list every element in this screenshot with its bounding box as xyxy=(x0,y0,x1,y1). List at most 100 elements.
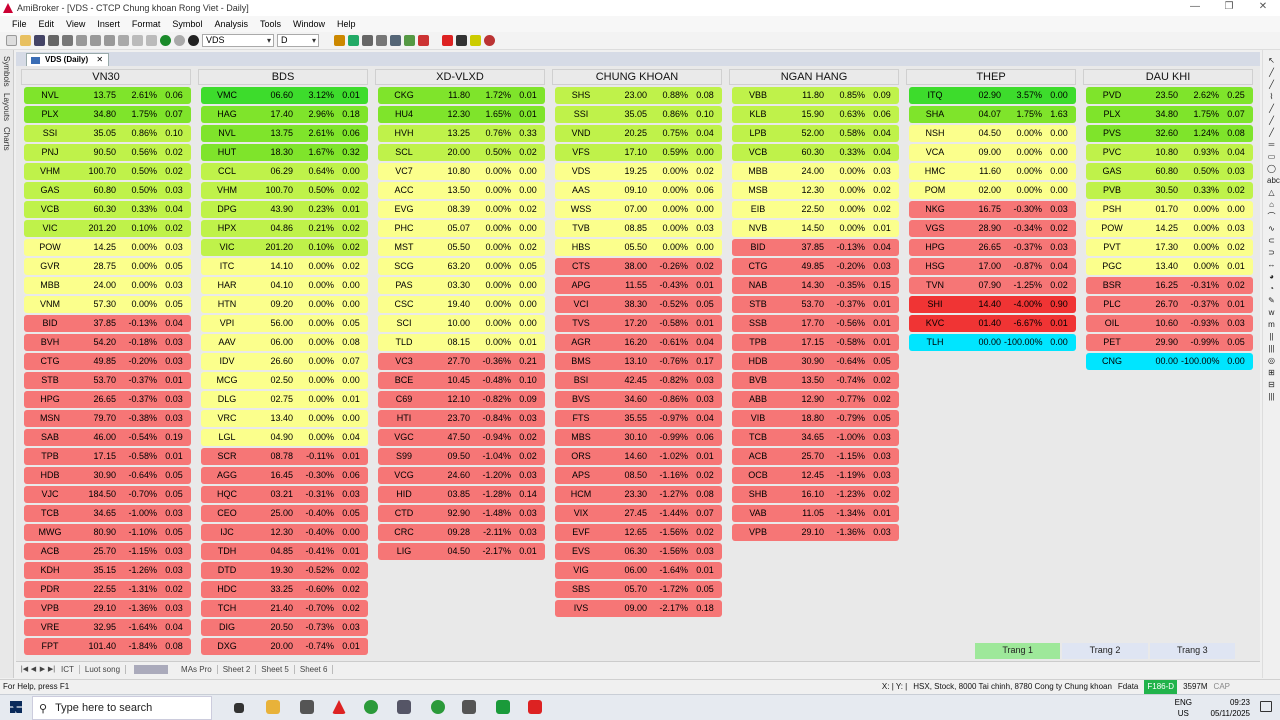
stock-cell[interactable]: C69 12.10 -0.82% 0.09 xyxy=(378,391,545,408)
stock-cell[interactable]: AGG 16.45 -0.30% 0.06 xyxy=(201,467,368,484)
stock-cell[interactable]: PVS 32.60 1.24% 0.08 xyxy=(1086,125,1253,142)
stock-cell[interactable]: VCB 60.30 0.33% 0.04 xyxy=(732,144,899,161)
stock-cell[interactable]: POW 14.25 0.00% 0.03 xyxy=(24,239,191,256)
tab-vds-daily[interactable]: VDS (Daily) ✕ xyxy=(26,53,110,66)
drawing-tool-12-icon[interactable]: ⌂ xyxy=(1267,200,1276,209)
stock-cell[interactable]: DTD 19.30 -0.52% 0.02 xyxy=(201,562,368,579)
stock-cell[interactable]: CSC 19.40 0.00% 0.00 xyxy=(378,296,545,313)
stock-cell[interactable]: CTS 38.00 -0.26% 0.02 xyxy=(555,258,722,275)
open-icon[interactable] xyxy=(20,35,31,46)
stock-cell[interactable]: NSH 04.50 0.00% 0.00 xyxy=(909,125,1076,142)
back-icon[interactable] xyxy=(160,35,171,46)
stock-cell[interactable]: VAB 11.05 -1.34% 0.01 xyxy=(732,505,899,522)
drawing-tool-20-icon[interactable]: ✎ xyxy=(1267,296,1276,305)
save-icon[interactable] xyxy=(34,35,45,46)
paste-icon[interactable] xyxy=(104,35,115,46)
stock-cell[interactable]: MST 05.50 0.00% 0.02 xyxy=(378,239,545,256)
drawing-tool-23-icon[interactable]: || xyxy=(1267,332,1276,341)
stock-cell[interactable]: STB 53.70 -0.37% 0.01 xyxy=(24,372,191,389)
menu-file[interactable]: File xyxy=(6,19,33,29)
drawing-tool-26-icon[interactable]: ⊞ xyxy=(1267,368,1276,377)
stock-cell[interactable]: TPB 17.15 -0.58% 0.01 xyxy=(732,334,899,351)
interval-select[interactable]: D xyxy=(277,34,319,47)
drawing-tool-24-icon[interactable]: ||| xyxy=(1267,344,1276,353)
stock-cell[interactable]: SSB 17.70 -0.56% 0.01 xyxy=(732,315,899,332)
menu-analysis[interactable]: Analysis xyxy=(208,19,254,29)
page-button-2[interactable]: Trang 2 xyxy=(1062,643,1148,659)
stock-cell[interactable]: VIC 201.20 0.10% 0.02 xyxy=(201,239,368,256)
taskbar-clock[interactable]: 09:23 05/11/2025 xyxy=(1211,697,1250,719)
stock-cell[interactable]: MBS 30.10 -0.99% 0.06 xyxy=(555,429,722,446)
indicator-icon[interactable] xyxy=(348,35,359,46)
stock-cell[interactable]: GAS 60.80 0.50% 0.03 xyxy=(1086,163,1253,180)
color-icon[interactable] xyxy=(418,35,429,46)
cut-icon[interactable] xyxy=(76,35,87,46)
stock-cell[interactable]: HVH 13.25 0.76% 0.33 xyxy=(378,125,545,142)
stock-cell[interactable]: CCL 06.29 0.64% 0.00 xyxy=(201,163,368,180)
drawing-tool-27-icon[interactable]: ⊟ xyxy=(1267,380,1276,389)
stock-cell[interactable]: SHS 23.00 0.88% 0.08 xyxy=(555,87,722,104)
stock-cell[interactable]: BID 37.85 -0.13% 0.04 xyxy=(732,239,899,256)
prev-sheet-icon[interactable]: ◀ xyxy=(29,665,38,673)
stock-cell[interactable]: HUT 18.30 1.67% 0.32 xyxy=(201,144,368,161)
stock-cell[interactable]: CNG 00.00 -100.00% 0.00 xyxy=(1086,353,1253,370)
erase-icon[interactable] xyxy=(484,35,495,46)
stock-cell[interactable]: TPB 17.15 -0.58% 0.01 xyxy=(24,448,191,465)
notification-icon[interactable] xyxy=(1260,701,1272,712)
stock-cell[interactable]: VCG 24.60 -1.20% 0.03 xyxy=(378,467,545,484)
stock-cell[interactable]: BVH 54.20 -0.18% 0.03 xyxy=(24,334,191,351)
sheet-scroll-thumb[interactable] xyxy=(134,664,169,674)
stock-cell[interactable]: ABB 12.90 -0.77% 0.02 xyxy=(732,391,899,408)
stock-cell[interactable]: MCG 02.50 0.00% 0.00 xyxy=(201,372,368,389)
layout-icon[interactable] xyxy=(390,35,401,46)
drawing-tool-11-icon[interactable]: △ xyxy=(1267,188,1276,197)
stock-cell[interactable]: AGR 16.20 -0.61% 0.04 xyxy=(555,334,722,351)
stock-cell[interactable]: S99 09.50 -1.04% 0.02 xyxy=(378,448,545,465)
stock-cell[interactable]: OIL 10.60 -0.93% 0.03 xyxy=(1086,315,1253,332)
stock-cell[interactable]: TDH 04.85 -0.41% 0.01 xyxy=(201,543,368,560)
stock-cell[interactable]: HDB 30.90 -0.64% 0.05 xyxy=(732,353,899,370)
stock-cell[interactable]: ACC 13.50 0.00% 0.00 xyxy=(378,182,545,199)
window-app-icon[interactable] xyxy=(397,700,411,714)
stock-cell[interactable]: HPG 26.65 -0.37% 0.03 xyxy=(909,239,1076,256)
stock-cell[interactable]: CTD 92.90 -1.48% 0.03 xyxy=(378,505,545,522)
stock-cell[interactable]: DPG 43.90 0.23% 0.01 xyxy=(201,201,368,218)
close-window-button[interactable]: ✕ xyxy=(1246,0,1280,16)
menu-edit[interactable]: Edit xyxy=(33,19,61,29)
stock-cell[interactable]: SHI 14.40 -4.00% 0.90 xyxy=(909,296,1076,313)
drawing-tool-0-icon[interactable]: ↖ xyxy=(1267,56,1276,65)
save-all-icon[interactable] xyxy=(48,35,59,46)
undo-icon[interactable] xyxy=(132,35,143,46)
stock-cell[interactable]: LGL 04.90 0.00% 0.04 xyxy=(201,429,368,446)
drawing-tool-9-icon[interactable]: ◯ xyxy=(1267,164,1276,173)
menu-tools[interactable]: Tools xyxy=(254,19,287,29)
stock-cell[interactable]: VGC 47.50 -0.94% 0.02 xyxy=(378,429,545,446)
stock-cell[interactable]: TVB 08.85 0.00% 0.03 xyxy=(555,220,722,237)
stock-cell[interactable]: HMC 11.60 0.00% 0.00 xyxy=(909,163,1076,180)
stock-cell[interactable]: SCR 08.78 -0.11% 0.01 xyxy=(201,448,368,465)
stock-cell[interactable]: ORS 14.60 -1.02% 0.01 xyxy=(555,448,722,465)
task-view-icon[interactable] xyxy=(234,703,244,713)
stock-cell[interactable]: CRC 09.28 -2.11% 0.03 xyxy=(378,524,545,541)
stock-cell[interactable]: HBS 05.50 0.00% 0.00 xyxy=(555,239,722,256)
stock-cell[interactable]: HQC 03.21 -0.31% 0.03 xyxy=(201,486,368,503)
stock-cell[interactable]: CEO 25.00 -0.40% 0.05 xyxy=(201,505,368,522)
stock-cell[interactable]: TCB 34.65 -1.00% 0.03 xyxy=(24,505,191,522)
stock-cell[interactable]: VPI 56.00 0.00% 0.05 xyxy=(201,315,368,332)
stock-cell[interactable]: VPB 29.10 -1.36% 0.03 xyxy=(732,524,899,541)
stock-cell[interactable]: GVR 28.75 0.00% 0.05 xyxy=(24,258,191,275)
stock-cell[interactable]: SHA 04.07 1.75% 1.63 xyxy=(909,106,1076,123)
chrome-icon[interactable] xyxy=(431,700,445,714)
stock-cell[interactable]: EIB 22.50 0.00% 0.02 xyxy=(732,201,899,218)
stock-cell[interactable]: PHC 05.07 0.00% 0.00 xyxy=(378,220,545,237)
browser-icon[interactable] xyxy=(364,700,378,714)
stock-cell[interactable]: HID 03.85 -1.28% 0.14 xyxy=(378,486,545,503)
menu-help[interactable]: Help xyxy=(331,19,362,29)
chart-tool-icon[interactable] xyxy=(334,35,345,46)
stock-cell[interactable]: TCB 34.65 -1.00% 0.03 xyxy=(732,429,899,446)
stock-cell[interactable]: HPX 04.86 0.21% 0.02 xyxy=(201,220,368,237)
copy-icon[interactable] xyxy=(90,35,101,46)
stock-cell[interactable]: CKG 11.80 1.72% 0.01 xyxy=(378,87,545,104)
stock-cell[interactable]: TCH 21.40 -0.70% 0.02 xyxy=(201,600,368,617)
stock-cell[interactable]: ACB 25.70 -1.15% 0.03 xyxy=(24,543,191,560)
